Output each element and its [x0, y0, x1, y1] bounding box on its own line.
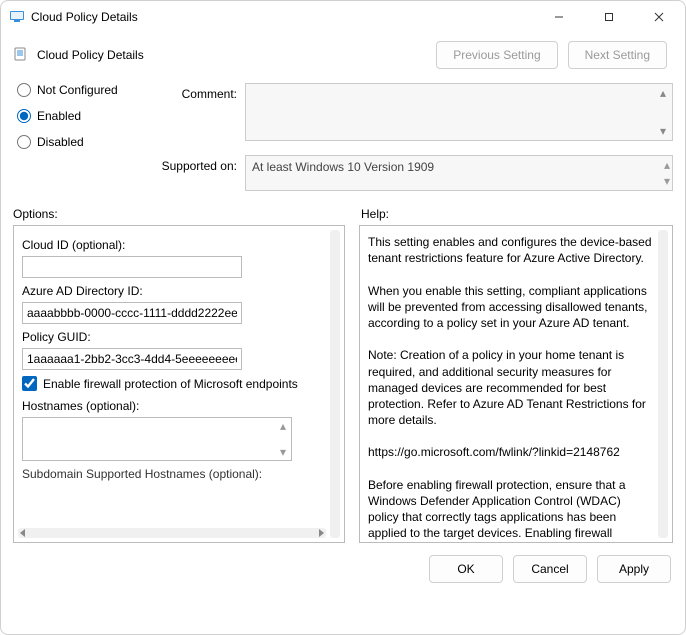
- scroll-down-icon[interactable]: ▾: [277, 446, 289, 458]
- radio-enabled-label: Enabled: [37, 109, 81, 123]
- radio-enabled-input[interactable]: [17, 109, 31, 123]
- page-title: Cloud Policy Details: [37, 48, 428, 62]
- subdomain-hostnames-label: Subdomain Supported Hostnames (optional)…: [22, 467, 326, 481]
- next-setting-button[interactable]: Next Setting: [568, 41, 667, 69]
- options-heading: Options:: [13, 207, 341, 221]
- minimize-button[interactable]: [537, 3, 581, 31]
- scroll-up-icon[interactable]: ▴: [656, 86, 670, 100]
- apply-button[interactable]: Apply: [597, 555, 671, 583]
- radio-not-configured[interactable]: Not Configured: [17, 83, 137, 97]
- options-panel: Cloud ID (optional): Azure AD Directory …: [13, 225, 345, 543]
- app-icon: [9, 8, 25, 27]
- radio-disabled-input[interactable]: [17, 135, 31, 149]
- vertical-scrollbar[interactable]: [658, 230, 668, 538]
- firewall-checkbox-row[interactable]: Enable firewall protection of Microsoft …: [22, 376, 326, 391]
- radio-disabled[interactable]: Disabled: [17, 135, 137, 149]
- horizontal-scrollbar[interactable]: [18, 528, 326, 538]
- help-heading: Help:: [361, 207, 673, 221]
- previous-setting-button[interactable]: Previous Setting: [436, 41, 557, 69]
- cloud-id-label: Cloud ID (optional):: [22, 238, 326, 252]
- directory-id-input[interactable]: [22, 302, 242, 324]
- ok-button[interactable]: OK: [429, 555, 503, 583]
- supported-on-label: Supported on:: [157, 155, 237, 191]
- hostnames-input[interactable]: ▴ ▾: [22, 417, 292, 461]
- cancel-button[interactable]: Cancel: [513, 555, 587, 583]
- radio-not-configured-label: Not Configured: [37, 83, 118, 97]
- policy-guid-input[interactable]: [22, 348, 242, 370]
- policy-guid-label: Policy GUID:: [22, 330, 326, 344]
- scroll-down-icon[interactable]: ▾: [656, 124, 670, 138]
- help-text: This setting enables and configures the …: [368, 234, 654, 543]
- subheader: Cloud Policy Details Previous Setting Ne…: [1, 33, 685, 73]
- close-button[interactable]: [637, 3, 681, 31]
- firewall-checkbox-label: Enable firewall protection of Microsoft …: [43, 377, 298, 391]
- scroll-up-icon[interactable]: ▴: [277, 420, 289, 432]
- maximize-button[interactable]: [587, 3, 631, 31]
- scroll-down-icon[interactable]: ▾: [664, 174, 670, 188]
- policy-icon: [13, 46, 29, 65]
- window-title: Cloud Policy Details: [31, 10, 531, 24]
- radio-not-configured-input[interactable]: [17, 83, 31, 97]
- radio-enabled[interactable]: Enabled: [17, 109, 137, 123]
- vertical-scrollbar[interactable]: [330, 230, 340, 538]
- directory-id-label: Azure AD Directory ID:: [22, 284, 326, 298]
- supported-on-field: At least Windows 10 Version 1909 ▴ ▾: [245, 155, 673, 191]
- supported-on-value: At least Windows 10 Version 1909: [252, 160, 434, 174]
- dialog-footer: OK Cancel Apply: [1, 543, 685, 595]
- comment-field[interactable]: ▴ ▾: [245, 83, 673, 141]
- scroll-up-icon[interactable]: ▴: [664, 158, 670, 172]
- comment-label: Comment:: [157, 83, 237, 141]
- help-panel: This setting enables and configures the …: [359, 225, 673, 543]
- firewall-checkbox[interactable]: [22, 376, 37, 391]
- radio-disabled-label: Disabled: [37, 135, 84, 149]
- hostnames-label: Hostnames (optional):: [22, 399, 326, 413]
- cloud-id-input[interactable]: [22, 256, 242, 278]
- titlebar: Cloud Policy Details: [1, 1, 685, 33]
